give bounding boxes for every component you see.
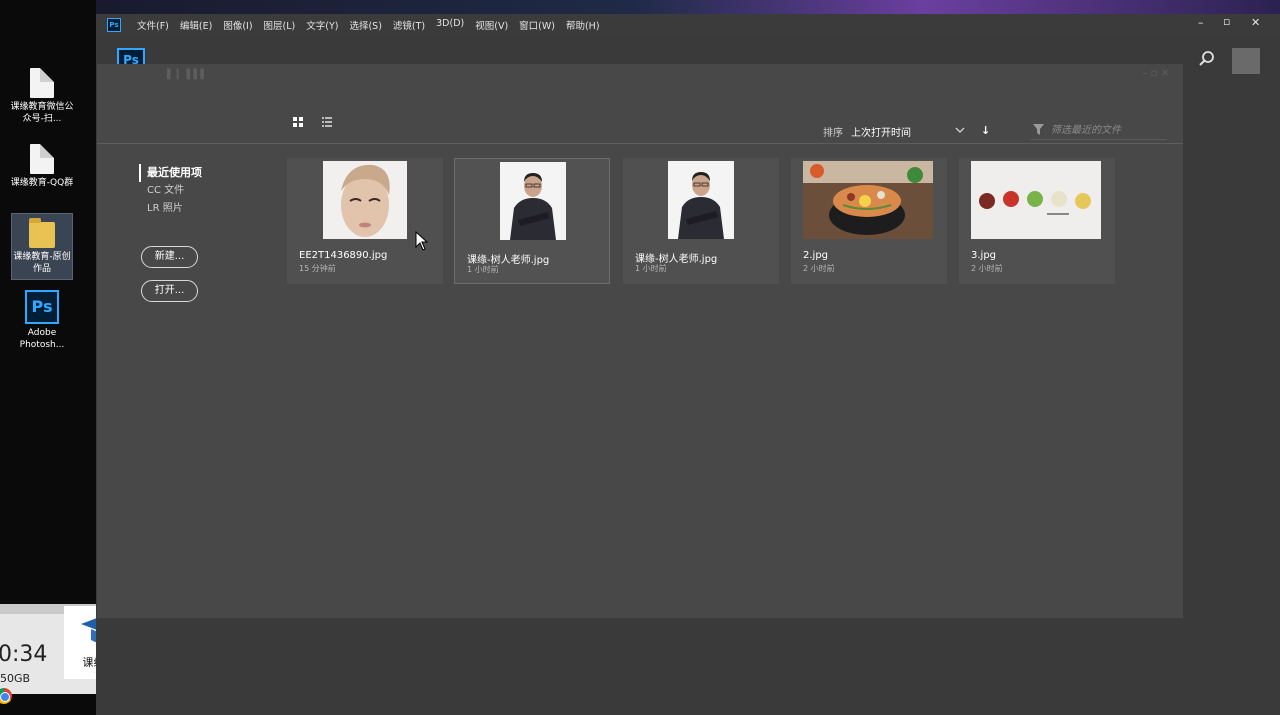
recent-file-card[interactable]: 2.jpg 2 小时前 <box>791 158 947 284</box>
file-time: 2 小时前 <box>803 264 835 273</box>
file-name: EE2T1436890.jpg <box>299 250 388 261</box>
screen: 课缘教育微信公众号-扫... 课缘教育-QQ群 课缘教育-原创作品 Ps Ado… <box>0 0 1280 715</box>
open-button[interactable]: 打开... <box>141 280 198 302</box>
menu-image[interactable]: 图像(I) <box>223 18 252 32</box>
storage-text: 50GB <box>0 672 31 685</box>
search-icon[interactable] <box>1198 50 1216 68</box>
recent-file-card[interactable]: 课缘-树人老师.jpg 1 小时前 <box>454 158 610 284</box>
menu-edit[interactable]: 编辑(E) <box>180 18 212 32</box>
start-workspace: Ps ▌ ▎ ▌▌▌ – ▫ ✕ 最近使用项 CC 文件 LR 照片 新建... <box>97 36 1280 715</box>
file-name: 3.jpg <box>971 250 997 261</box>
menu-help[interactable]: 帮助(H) <box>566 18 600 32</box>
filter-icon <box>1033 124 1044 135</box>
filter-input[interactable] <box>1051 122 1163 138</box>
photoshop-icon: Ps <box>25 290 59 324</box>
desktop-icon-folder[interactable]: 课缘教育-原创作品 <box>11 213 73 280</box>
menu-3d[interactable]: 3D(D) <box>436 18 464 32</box>
sort-label: 排序 <box>823 128 843 139</box>
sort-dropdown[interactable]: 上次打开时间 <box>851 124 911 139</box>
ghost-title: ▌ ▎ ▌▌▌ <box>167 70 208 80</box>
menu-type[interactable]: 文字(Y) <box>306 18 338 32</box>
menu-select[interactable]: 选择(S) <box>349 18 381 32</box>
file-thumbnail <box>803 161 933 239</box>
ghost-ribbon <box>97 84 1183 144</box>
photoshop-window: Ps 文件(F) 编辑(E) 图像(I) 图层(L) 文字(Y) 选择(S) 滤… <box>96 14 1280 715</box>
background-window-ghost: ▌ ▎ ▌▌▌ – ▫ ✕ <box>97 64 1183 618</box>
recent-file-card[interactable]: EE2T1436890.jpg 15 分钟前 <box>287 158 443 284</box>
menu-layer[interactable]: 图层(L) <box>264 18 296 32</box>
recent-file-card[interactable]: 课缘-树人老师.jpg 1 小时前 <box>623 158 779 284</box>
nav-recent[interactable]: 最近使用项 <box>139 164 202 182</box>
recent-file-card[interactable]: 3.jpg 2 小时前 <box>959 158 1115 284</box>
desktop-icon-qq[interactable]: 课缘教育-QQ群 <box>8 144 76 189</box>
desktop-icon-photoshop[interactable]: Ps Adobe Photosh... <box>8 290 76 351</box>
file-name: 2.jpg <box>803 250 829 261</box>
clock-time: 0:34 <box>0 642 48 667</box>
file-thumbnail <box>500 162 566 240</box>
menu-window[interactable]: 窗口(W) <box>519 18 555 32</box>
menu-filter[interactable]: 滤镜(T) <box>393 18 425 32</box>
file-time: 2 小时前 <box>971 264 1003 273</box>
list-view-icon[interactable] <box>321 116 333 128</box>
menu-file[interactable]: 文件(F) <box>137 18 169 32</box>
app-icon[interactable]: Ps <box>107 18 121 32</box>
menu-bar: Ps 文件(F) 编辑(E) 图像(I) 图层(L) 文字(Y) 选择(S) 滤… <box>97 14 1280 36</box>
file-thumbnail <box>971 161 1101 239</box>
desktop-icon-label: Adobe Photosh... <box>19 328 65 350</box>
avatar[interactable] <box>1232 48 1260 74</box>
document-icon <box>30 144 54 174</box>
new-button[interactable]: 新建... <box>141 246 198 268</box>
left-nav: 最近使用项 CC 文件 LR 照片 <box>139 164 202 218</box>
folder-icon <box>29 218 55 248</box>
file-thumbnail <box>668 161 734 239</box>
minimize-button[interactable]: – <box>1198 16 1204 29</box>
file-time: 1 小时前 <box>467 265 499 274</box>
desktop-background <box>96 0 1280 14</box>
ghost-buttons: – ▫ ✕ <box>1142 68 1169 79</box>
nav-lr-photos[interactable]: LR 照片 <box>139 200 202 218</box>
chevron-down-icon[interactable] <box>955 126 965 134</box>
menu-items: 文件(F) 编辑(E) 图像(I) 图层(L) 文字(Y) 选择(S) 滤镜(T… <box>137 18 600 32</box>
desktop-icon-wechat[interactable]: 课缘教育微信公众号-扫... <box>8 68 76 125</box>
desktop-icon-label: 课缘教育微信公众号-扫... <box>10 102 74 124</box>
close-button[interactable]: ✕ <box>1251 16 1260 29</box>
file-thumbnail <box>323 161 407 239</box>
file-time: 1 小时前 <box>635 264 667 273</box>
grid-view-icon[interactable] <box>292 116 304 128</box>
sort-direction-icon[interactable]: ↓ <box>981 124 990 137</box>
maximize-button[interactable]: ▫ <box>1223 15 1230 28</box>
document-icon <box>30 68 54 98</box>
mouse-cursor-icon <box>415 231 429 251</box>
file-time: 15 分钟前 <box>299 264 336 273</box>
home-screen: ▌ ▎ ▌▌▌ – ▫ ✕ 最近使用项 CC 文件 LR 照片 新建... 打开… <box>97 64 1183 618</box>
desktop-icon-label: 课缘教育-QQ群 <box>10 178 74 188</box>
nav-cc-files[interactable]: CC 文件 <box>139 182 202 200</box>
menu-view[interactable]: 视图(V) <box>475 18 508 32</box>
filter-field <box>1031 120 1167 140</box>
desktop-icon-label: 课缘教育-原创作品 <box>13 252 71 274</box>
